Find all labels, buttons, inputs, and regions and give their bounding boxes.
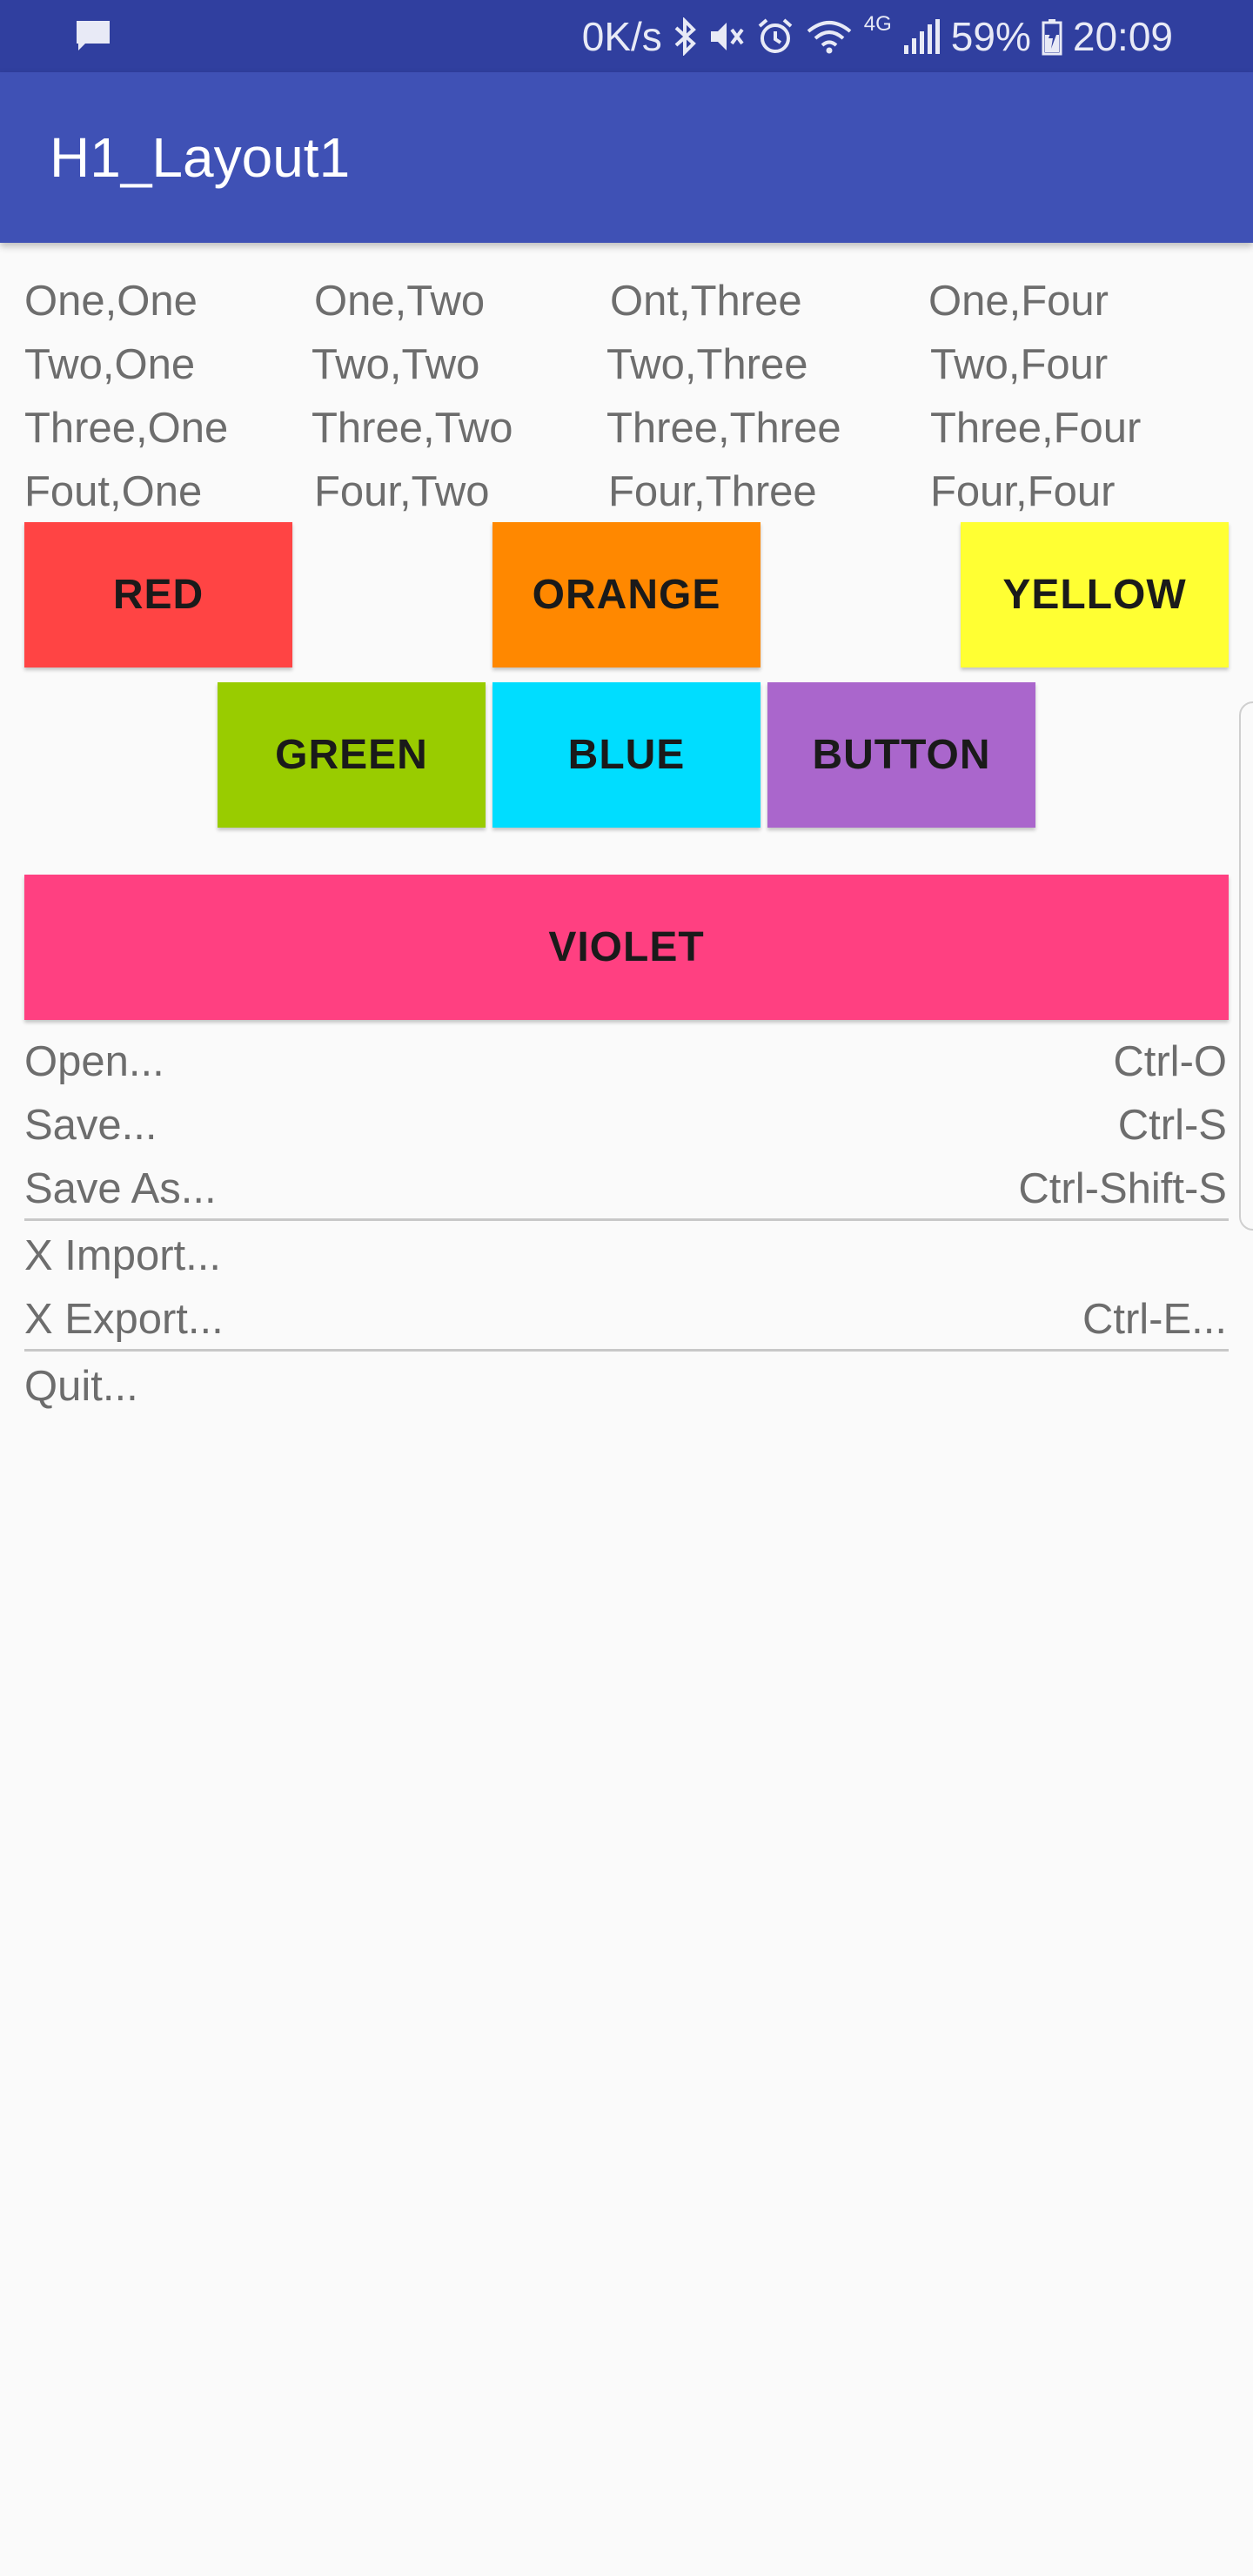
green-button[interactable]: GREEN	[218, 682, 486, 828]
orange-button[interactable]: ORANGE	[492, 522, 761, 667]
table-cell: Three,Three	[606, 405, 841, 452]
red-button[interactable]: RED	[24, 522, 292, 667]
purple-button[interactable]: BUTTON	[767, 682, 1035, 828]
table-cell: Two,One	[24, 341, 196, 388]
menu-item-label: Open...	[24, 1038, 164, 1085]
menu-divider	[24, 1218, 1229, 1221]
network-type: 4G	[863, 11, 892, 36]
menu-item-label: Quit...	[24, 1363, 138, 1410]
yellow-button[interactable]: YELLOW	[961, 522, 1229, 667]
table-cell: One,One	[24, 278, 198, 325]
menu-item-label: Save...	[24, 1102, 157, 1149]
table-cell: Two,Four	[930, 341, 1109, 388]
app-title: H1_Layout1	[50, 126, 351, 189]
menu-item-label: Save As...	[24, 1165, 217, 1212]
table-cell: Two,Two	[312, 341, 480, 388]
menu-divider	[24, 1349, 1229, 1352]
table-cell: Four,Four	[930, 468, 1116, 515]
network-speed: 0K/s	[581, 13, 662, 59]
menu-item-shortcut: Ctrl-E...	[1082, 1296, 1227, 1343]
app-bar: H1_Layout1	[0, 72, 1253, 243]
table-cell: Three,One	[24, 405, 229, 452]
mute-icon	[710, 22, 744, 50]
table-cell: Three,Four	[930, 405, 1142, 452]
message-icon	[77, 21, 110, 50]
edge-panel-handle[interactable]	[1239, 701, 1253, 1231]
table-cell: One,Four	[928, 278, 1109, 325]
table-cell: One,Two	[314, 278, 486, 325]
menu-item-label: X Import...	[24, 1232, 222, 1279]
alarm-icon	[758, 17, 793, 53]
table-cell: Four,Three	[608, 468, 817, 515]
status-icons: 0K/s 4G 59% 20:09	[582, 0, 1173, 72]
battery-icon	[1042, 18, 1062, 55]
battery-percent: 59%	[950, 13, 1031, 59]
signal-icon	[903, 18, 940, 54]
table-cell: Fout,One	[24, 468, 203, 515]
status-bar: 0K/s 4G 59% 20:09	[0, 0, 1253, 72]
menu-item-shortcut: Ctrl-Shift-S	[1018, 1165, 1227, 1212]
blue-button[interactable]: BLUE	[492, 682, 761, 828]
table-cell: Ont,Three	[610, 278, 802, 325]
table-cell: Three,Two	[312, 405, 513, 452]
wifi-icon	[807, 20, 852, 53]
bluetooth-icon	[674, 17, 696, 56]
violet-button[interactable]: VIOLET	[24, 875, 1229, 1020]
clock: 20:09	[1072, 13, 1173, 59]
menu-item-label: X Export...	[24, 1296, 224, 1343]
menu-item-shortcut: Ctrl-O	[1113, 1038, 1227, 1085]
menu-item-shortcut: Ctrl-S	[1117, 1102, 1227, 1149]
table-cell: Two,Three	[606, 341, 808, 388]
table-cell: Four,Two	[314, 468, 490, 515]
